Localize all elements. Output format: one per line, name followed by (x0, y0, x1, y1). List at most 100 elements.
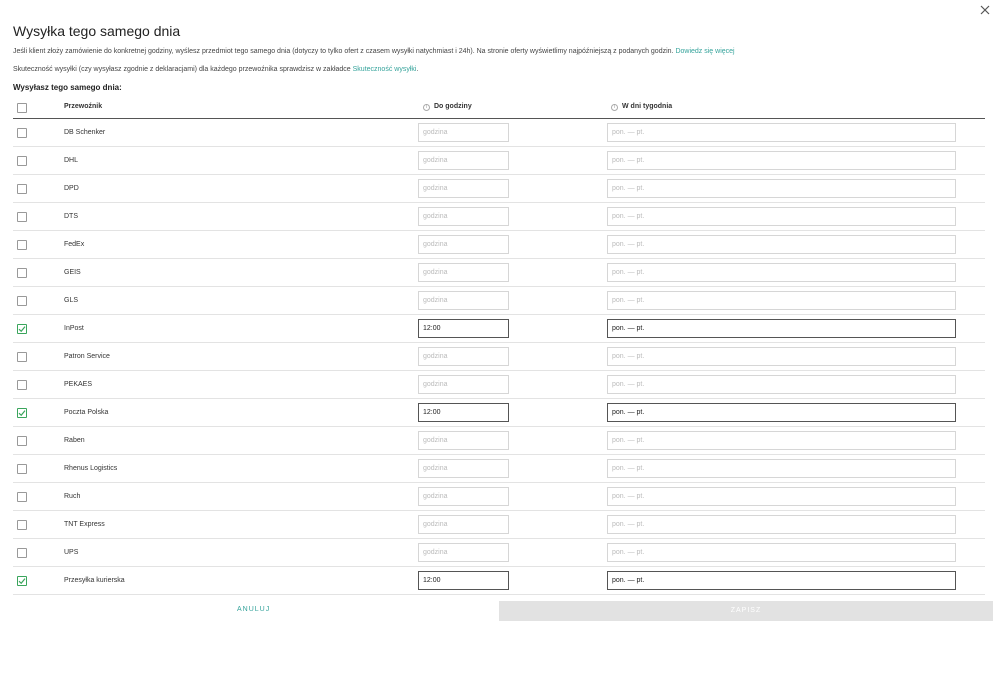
hour-input[interactable]: godzina (418, 207, 509, 226)
hour-input[interactable]: godzina (418, 375, 509, 394)
hour-input[interactable]: godzina (418, 515, 509, 534)
table-row: PEKAES godzina pon. — pt. (13, 371, 985, 399)
checkmark-icon (18, 578, 26, 585)
carrier-checkbox[interactable] (17, 576, 27, 586)
hour-input[interactable]: 12:00 (418, 571, 509, 590)
carrier-checkbox[interactable] (17, 464, 27, 474)
table-row: InPost 12:00 pon. — pt. (13, 315, 985, 343)
hour-input[interactable]: godzina (418, 123, 509, 142)
carrier-checkbox[interactable] (17, 128, 27, 138)
carrier-name: GLS (64, 297, 79, 304)
dialog-title: Wysyłka tego samego dnia (13, 23, 181, 39)
carrier-name: TNT Express (64, 521, 105, 528)
table-row: Raben godzina pon. — pt. (13, 427, 985, 455)
table-row: Przesyłka kurierska 12:00 pon. — pt. (13, 567, 985, 595)
info-icon[interactable]: i (611, 103, 618, 111)
select-all-checkbox[interactable] (17, 103, 27, 113)
days-select[interactable]: pon. — pt. (607, 179, 956, 198)
carrier-checkbox[interactable] (17, 324, 27, 334)
hour-input[interactable]: godzina (418, 431, 509, 450)
carrier-checkbox[interactable] (17, 548, 27, 558)
carrier-checkbox[interactable] (17, 156, 27, 166)
days-select[interactable]: pon. — pt. (607, 347, 956, 366)
hour-input[interactable]: godzina (418, 543, 509, 562)
carrier-checkbox[interactable] (17, 212, 27, 222)
effectiveness-info: Skuteczność wysyłki (czy wysyłasz zgodni… (13, 65, 993, 75)
hour-input[interactable]: godzina (418, 263, 509, 282)
learn-more-link[interactable]: Dowiedz się więcej (675, 48, 734, 55)
carrier-name: UPS (64, 549, 79, 556)
effectiveness-suffix: . (416, 66, 419, 73)
header-carrier: Przewoźnik (64, 102, 102, 112)
hour-input[interactable]: godzina (418, 179, 509, 198)
hour-input[interactable]: godzina (418, 487, 509, 506)
effectiveness-text: Skuteczność wysyłki (czy wysyłasz zgodni… (13, 66, 351, 73)
header-carrier-label: Przewoźnik (64, 103, 103, 110)
table-row: DTS godzina pon. — pt. (13, 203, 985, 231)
hour-input[interactable]: godzina (418, 235, 509, 254)
days-select[interactable]: pon. — pt. (607, 151, 956, 170)
carrier-name: Raben (64, 437, 85, 444)
carrier-name: DTS (64, 213, 78, 220)
days-select[interactable]: pon. — pt. (607, 543, 956, 562)
days-select[interactable]: pon. — pt. (607, 235, 956, 254)
carrier-name: GEIS (64, 269, 81, 276)
header-hour-label: Do godziny (434, 103, 472, 110)
carrier-name: Rhenus Logistics (64, 465, 118, 472)
carrier-checkbox[interactable] (17, 520, 27, 530)
hour-input[interactable]: godzina (418, 347, 509, 366)
carrier-name: Ruch (64, 493, 81, 500)
close-button[interactable] (978, 3, 992, 17)
checkmark-icon (18, 410, 26, 417)
carrier-checkbox[interactable] (17, 352, 27, 362)
table-row: TNT Express godzina pon. — pt. (13, 511, 985, 539)
hour-input[interactable]: godzina (418, 151, 509, 170)
carrier-checkbox[interactable] (17, 380, 27, 390)
hour-input[interactable]: godzina (418, 291, 509, 310)
carrier-checkbox[interactable] (17, 408, 27, 418)
carrier-checkbox[interactable] (17, 296, 27, 306)
header-days-label: W dni tygodnia (622, 103, 673, 110)
carrier-name: Przesyłka kurierska (64, 577, 125, 584)
table-row: DPD godzina pon. — pt. (13, 175, 985, 203)
table-row: DB Schenker godzina pon. — pt. (13, 119, 985, 147)
table-row: Rhenus Logistics godzina pon. — pt. (13, 455, 985, 483)
carrier-checkbox[interactable] (17, 436, 27, 446)
checkmark-icon (18, 326, 26, 333)
days-select[interactable]: pon. — pt. (607, 375, 956, 394)
hour-input[interactable]: 12:00 (418, 319, 509, 338)
section-subheading: Wysyłasz tego samego dnia: (13, 83, 122, 92)
table-row: UPS godzina pon. — pt. (13, 539, 985, 567)
days-select[interactable]: pon. — pt. (607, 263, 956, 282)
table-row: GEIS godzina pon. — pt. (13, 259, 985, 287)
dialog-description: Jeśli klient złoży zamówienie do konkret… (13, 47, 993, 57)
description-text: Jeśli klient złoży zamówienie do konkret… (13, 48, 674, 55)
hour-input[interactable]: godzina (418, 459, 509, 478)
info-icon[interactable]: i (423, 103, 430, 111)
days-select[interactable]: pon. — pt. (607, 571, 956, 590)
save-button[interactable]: ZAPISZ (499, 601, 993, 621)
carrier-checkbox[interactable] (17, 240, 27, 250)
days-select[interactable]: pon. — pt. (607, 207, 956, 226)
cancel-button[interactable]: ANULUJ (237, 606, 270, 613)
carrier-name: InPost (64, 325, 84, 332)
days-select[interactable]: pon. — pt. (607, 515, 956, 534)
carrier-checkbox[interactable] (17, 268, 27, 278)
effectiveness-link[interactable]: Skuteczność wysyłki (353, 66, 417, 73)
carrier-name: FedEx (64, 241, 85, 248)
carrier-checkbox[interactable] (17, 492, 27, 502)
days-select[interactable]: pon. — pt. (607, 459, 956, 478)
days-select[interactable]: pon. — pt. (607, 123, 956, 142)
table-row: DHL godzina pon. — pt. (13, 147, 985, 175)
carrier-checkbox[interactable] (17, 184, 27, 194)
days-select[interactable]: pon. — pt. (607, 431, 956, 450)
days-select[interactable]: pon. — pt. (607, 487, 956, 506)
table-header: Przewoźnik i Do godziny i W dni tygodnia (13, 100, 985, 119)
table-row: GLS godzina pon. — pt. (13, 287, 985, 315)
hour-input[interactable]: 12:00 (418, 403, 509, 422)
days-select[interactable]: pon. — pt. (607, 319, 956, 338)
days-select[interactable]: pon. — pt. (607, 403, 956, 422)
carrier-name: Poczta Polska (64, 409, 109, 416)
days-select[interactable]: pon. — pt. (607, 291, 956, 310)
carriers-table: Przewoźnik i Do godziny i W dni tygodnia… (13, 100, 985, 595)
